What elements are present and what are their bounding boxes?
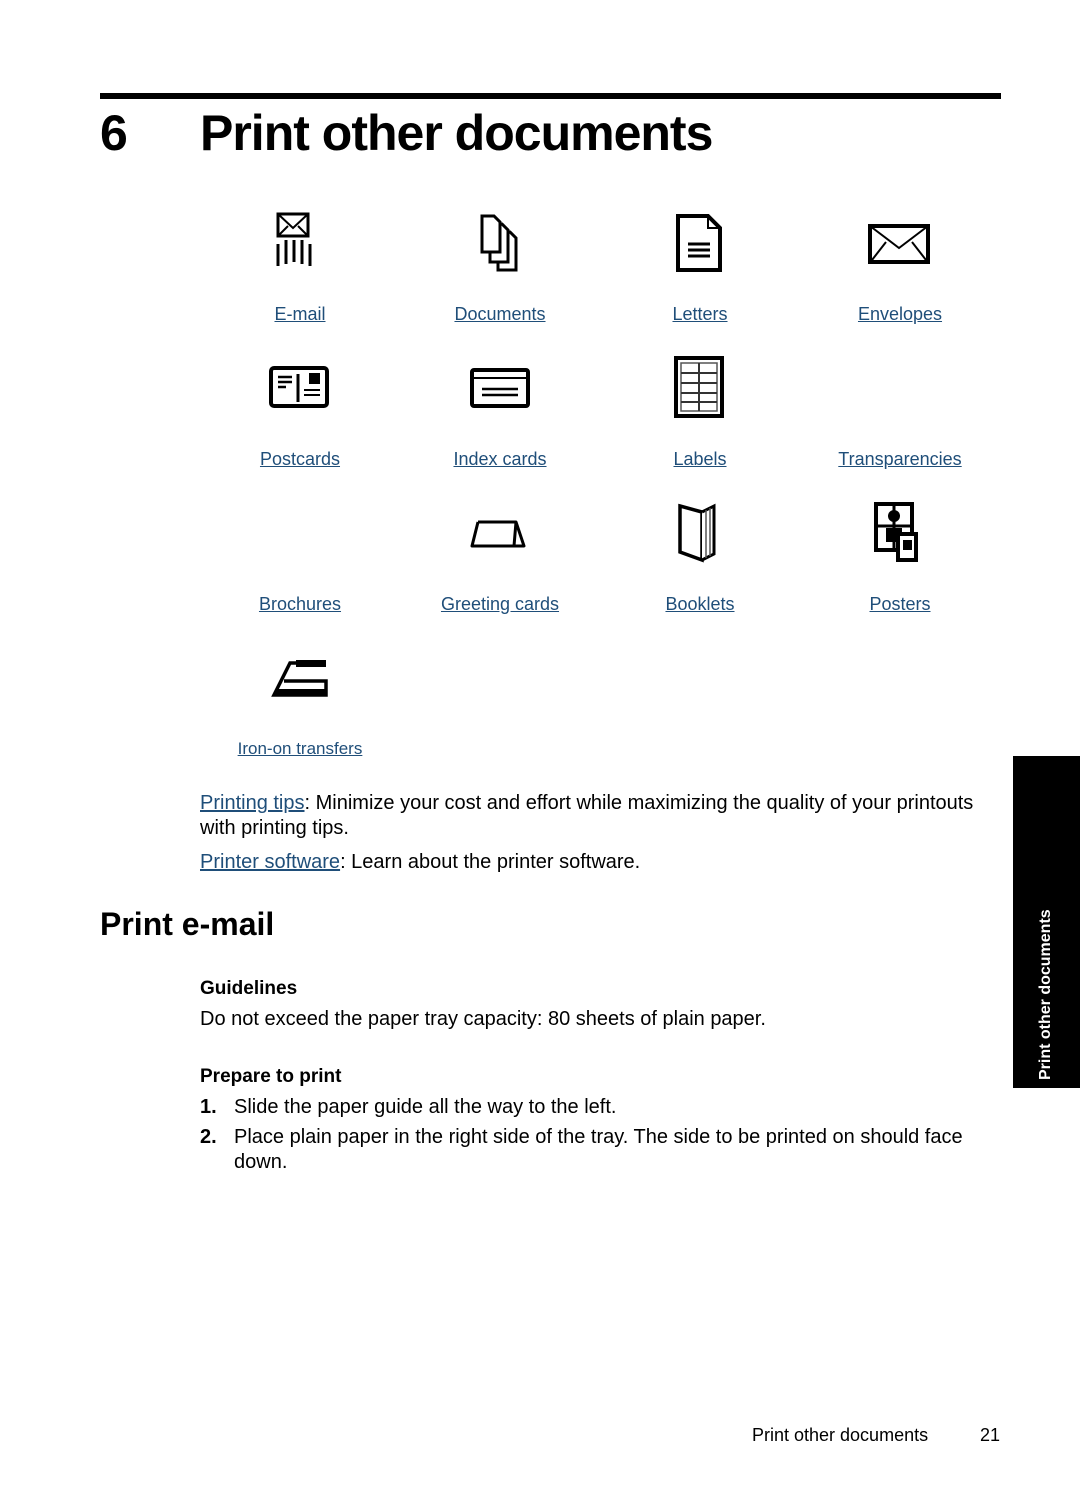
grid-item-brochures[interactable]: Brochures <box>200 500 400 615</box>
printer-software-paragraph: Printer software: Learn about the printe… <box>200 850 1010 875</box>
envelope-icon <box>868 224 930 264</box>
poster-icon <box>874 502 918 562</box>
grid-item-iron-on-transfers[interactable]: Iron-on transfers <box>200 645 400 759</box>
index-card-icon <box>470 368 530 408</box>
posters-link[interactable]: Posters <box>869 594 930 615</box>
brochure-icon-placeholder <box>268 500 332 564</box>
printing-tips-link[interactable]: Printing tips <box>200 792 305 814</box>
section-title: Print e-mail <box>100 906 275 942</box>
grid-item-transparencies[interactable]: Transparencies <box>800 355 1000 470</box>
grid-item-index-cards[interactable]: Index cards <box>400 355 600 470</box>
side-tab: Print other documents <box>1013 756 1080 1088</box>
printing-tips-paragraph: Printing tips: Minimize your cost and ef… <box>200 791 1010 841</box>
greeting-card-icon <box>470 520 526 548</box>
labels-link[interactable]: Labels <box>673 449 726 470</box>
guidelines-heading: Guidelines <box>200 978 298 999</box>
grid-item-greeting-cards[interactable]: Greeting cards <box>400 500 600 615</box>
grid-item-booklets[interactable]: Booklets <box>600 500 800 615</box>
letter-icon <box>676 214 722 272</box>
booklet-icon <box>678 503 716 563</box>
index-cards-link[interactable]: Index cards <box>453 449 546 470</box>
grid-item-posters[interactable]: Posters <box>800 500 1000 615</box>
side-tab-label: Print other documents <box>1036 909 1054 1080</box>
grid-item-letters[interactable]: Letters <box>600 210 800 325</box>
grid-item-labels[interactable]: Labels <box>600 355 800 470</box>
iron-on-transfers-link[interactable]: Iron-on transfers <box>238 739 363 759</box>
page-number: 21 <box>980 1425 1001 1445</box>
labels-icon <box>674 356 724 418</box>
grid-item-envelopes[interactable]: Envelopes <box>800 210 1000 325</box>
transparencies-link[interactable]: Transparencies <box>838 449 961 470</box>
documents-icon <box>480 214 518 272</box>
step-text: Place plain paper in the right side of t… <box>234 1126 963 1173</box>
step-1: 1. Slide the paper guide all the way to … <box>200 1095 1010 1120</box>
chapter-title: Print other documents <box>200 105 713 161</box>
grid-item-documents[interactable]: Documents <box>400 210 600 325</box>
footer-title: Print other documents <box>752 1425 929 1445</box>
printer-software-text: : Learn about the printer software. <box>340 851 641 873</box>
chapter-rule <box>100 93 1001 99</box>
letters-link[interactable]: Letters <box>672 304 727 325</box>
postcard-icon <box>269 366 329 408</box>
email-icon <box>276 212 312 266</box>
greeting-cards-link[interactable]: Greeting cards <box>441 594 559 615</box>
iron-icon <box>271 660 328 697</box>
transparency-icon-placeholder <box>868 355 932 419</box>
printer-software-link[interactable]: Printer software <box>200 851 340 873</box>
brochures-link[interactable]: Brochures <box>259 594 341 615</box>
documents-link[interactable]: Documents <box>454 304 545 325</box>
printing-tips-text: : Minimize your cost and effort while ma… <box>200 792 974 839</box>
booklets-link[interactable]: Booklets <box>665 594 734 615</box>
prepare-heading: Prepare to print <box>200 1066 342 1087</box>
step-text: Slide the paper guide all the way to the… <box>234 1096 617 1118</box>
step-number: 2. <box>200 1126 217 1148</box>
email-link[interactable]: E-mail <box>274 304 325 325</box>
grid-item-email[interactable]: E-mail <box>200 210 400 325</box>
envelopes-link[interactable]: Envelopes <box>858 304 942 325</box>
postcards-link[interactable]: Postcards <box>260 449 340 470</box>
step-2: 2. Place plain paper in the right side o… <box>200 1125 1010 1175</box>
guidelines-text: Do not exceed the paper tray capacity: 8… <box>200 1008 766 1030</box>
chapter-number: 6 <box>100 105 128 161</box>
grid-item-postcards[interactable]: Postcards <box>200 355 400 470</box>
step-number: 1. <box>200 1096 217 1118</box>
